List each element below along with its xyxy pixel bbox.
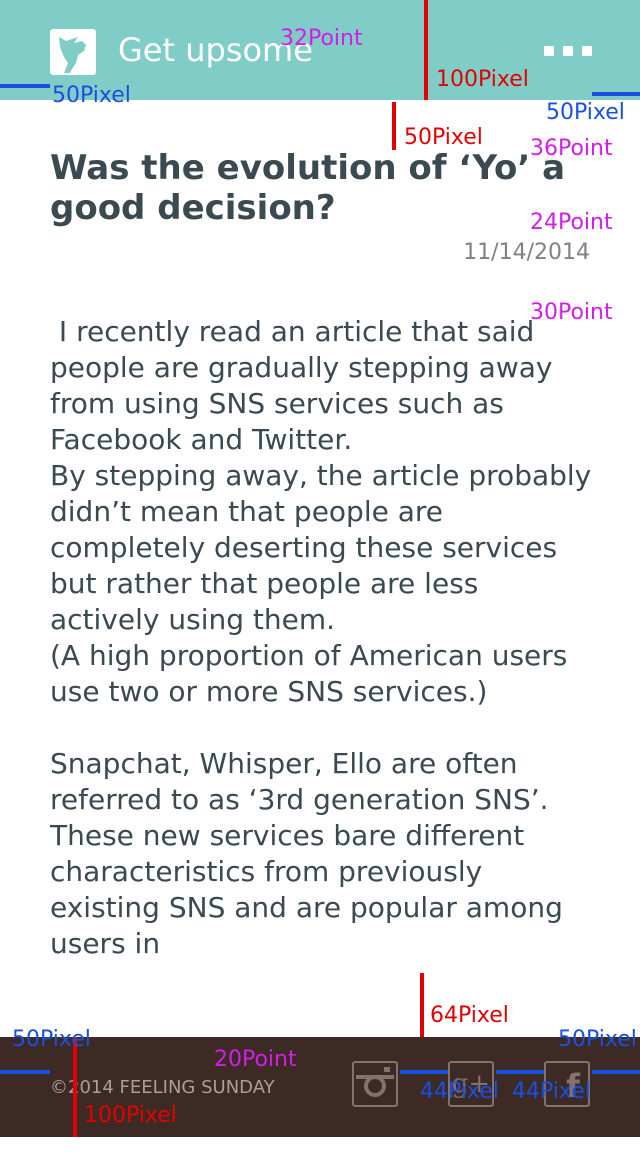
footer-right-margin-marker xyxy=(592,1070,640,1074)
instagram-icon[interactable] xyxy=(352,1061,398,1107)
footer-left-margin-label: 50Pixel xyxy=(12,1027,91,1052)
title-size-label: 36Point xyxy=(530,136,613,161)
header-height-label: 100Pixel xyxy=(436,67,529,92)
goat-logo-graphic xyxy=(59,37,86,73)
article-paragraph: (A high proportion of American users use… xyxy=(50,639,568,708)
title-gap-label: 50Pixel xyxy=(404,125,483,150)
header-right-margin-marker xyxy=(592,92,640,96)
footer-gap-marker xyxy=(420,973,424,1037)
header-title-size-label: 32Point xyxy=(280,26,363,51)
more-options-button[interactable] xyxy=(544,46,592,60)
footer-right-margin-label: 50Pixel xyxy=(558,1027,637,1052)
icon-spacing-marker xyxy=(400,1070,448,1074)
menu-dot-icon xyxy=(544,46,554,56)
footer-gap-label: 64Pixel xyxy=(430,1003,509,1028)
icon-spacing-label: 44Pixel xyxy=(420,1079,499,1104)
article-paragraph: Snapchat, Whisper, Ello are often referr… xyxy=(50,747,563,960)
copyright-size-label: 20Point xyxy=(214,1047,297,1072)
article-paragraph: By stepping away, the article probably d… xyxy=(50,459,592,636)
header-left-margin-marker xyxy=(0,84,50,88)
footer-height-marker xyxy=(73,1037,77,1137)
header-height-marker xyxy=(424,0,428,100)
title-gap-marker xyxy=(392,102,396,150)
footer-left-margin-marker xyxy=(0,1070,50,1074)
icon-spacing-marker xyxy=(496,1070,544,1074)
date-size-label: 24Point xyxy=(530,210,613,235)
goat-logo-icon[interactable] xyxy=(50,29,96,75)
copyright-text: ©2014 FEELING SUNDAY xyxy=(50,1077,275,1098)
header-right-margin-label: 50Pixel xyxy=(546,100,625,125)
footer-height-label: 100Pixel xyxy=(84,1103,177,1128)
instagram-camera-graphic xyxy=(356,1067,394,1097)
article-title: Was the evolution of ‘Yo’ a good decisio… xyxy=(50,148,566,228)
article-date: 11/14/2014 xyxy=(463,240,590,265)
menu-dot-icon xyxy=(582,46,592,56)
body-size-label: 30Point xyxy=(530,300,613,325)
icon-spacing-label: 44Pixel xyxy=(512,1079,591,1104)
article-body: I recently read an article that said peo… xyxy=(50,314,595,962)
header-left-margin-label: 50Pixel xyxy=(52,83,131,108)
menu-dot-icon xyxy=(563,46,573,56)
article-paragraph: I recently read an article that said peo… xyxy=(50,315,562,456)
